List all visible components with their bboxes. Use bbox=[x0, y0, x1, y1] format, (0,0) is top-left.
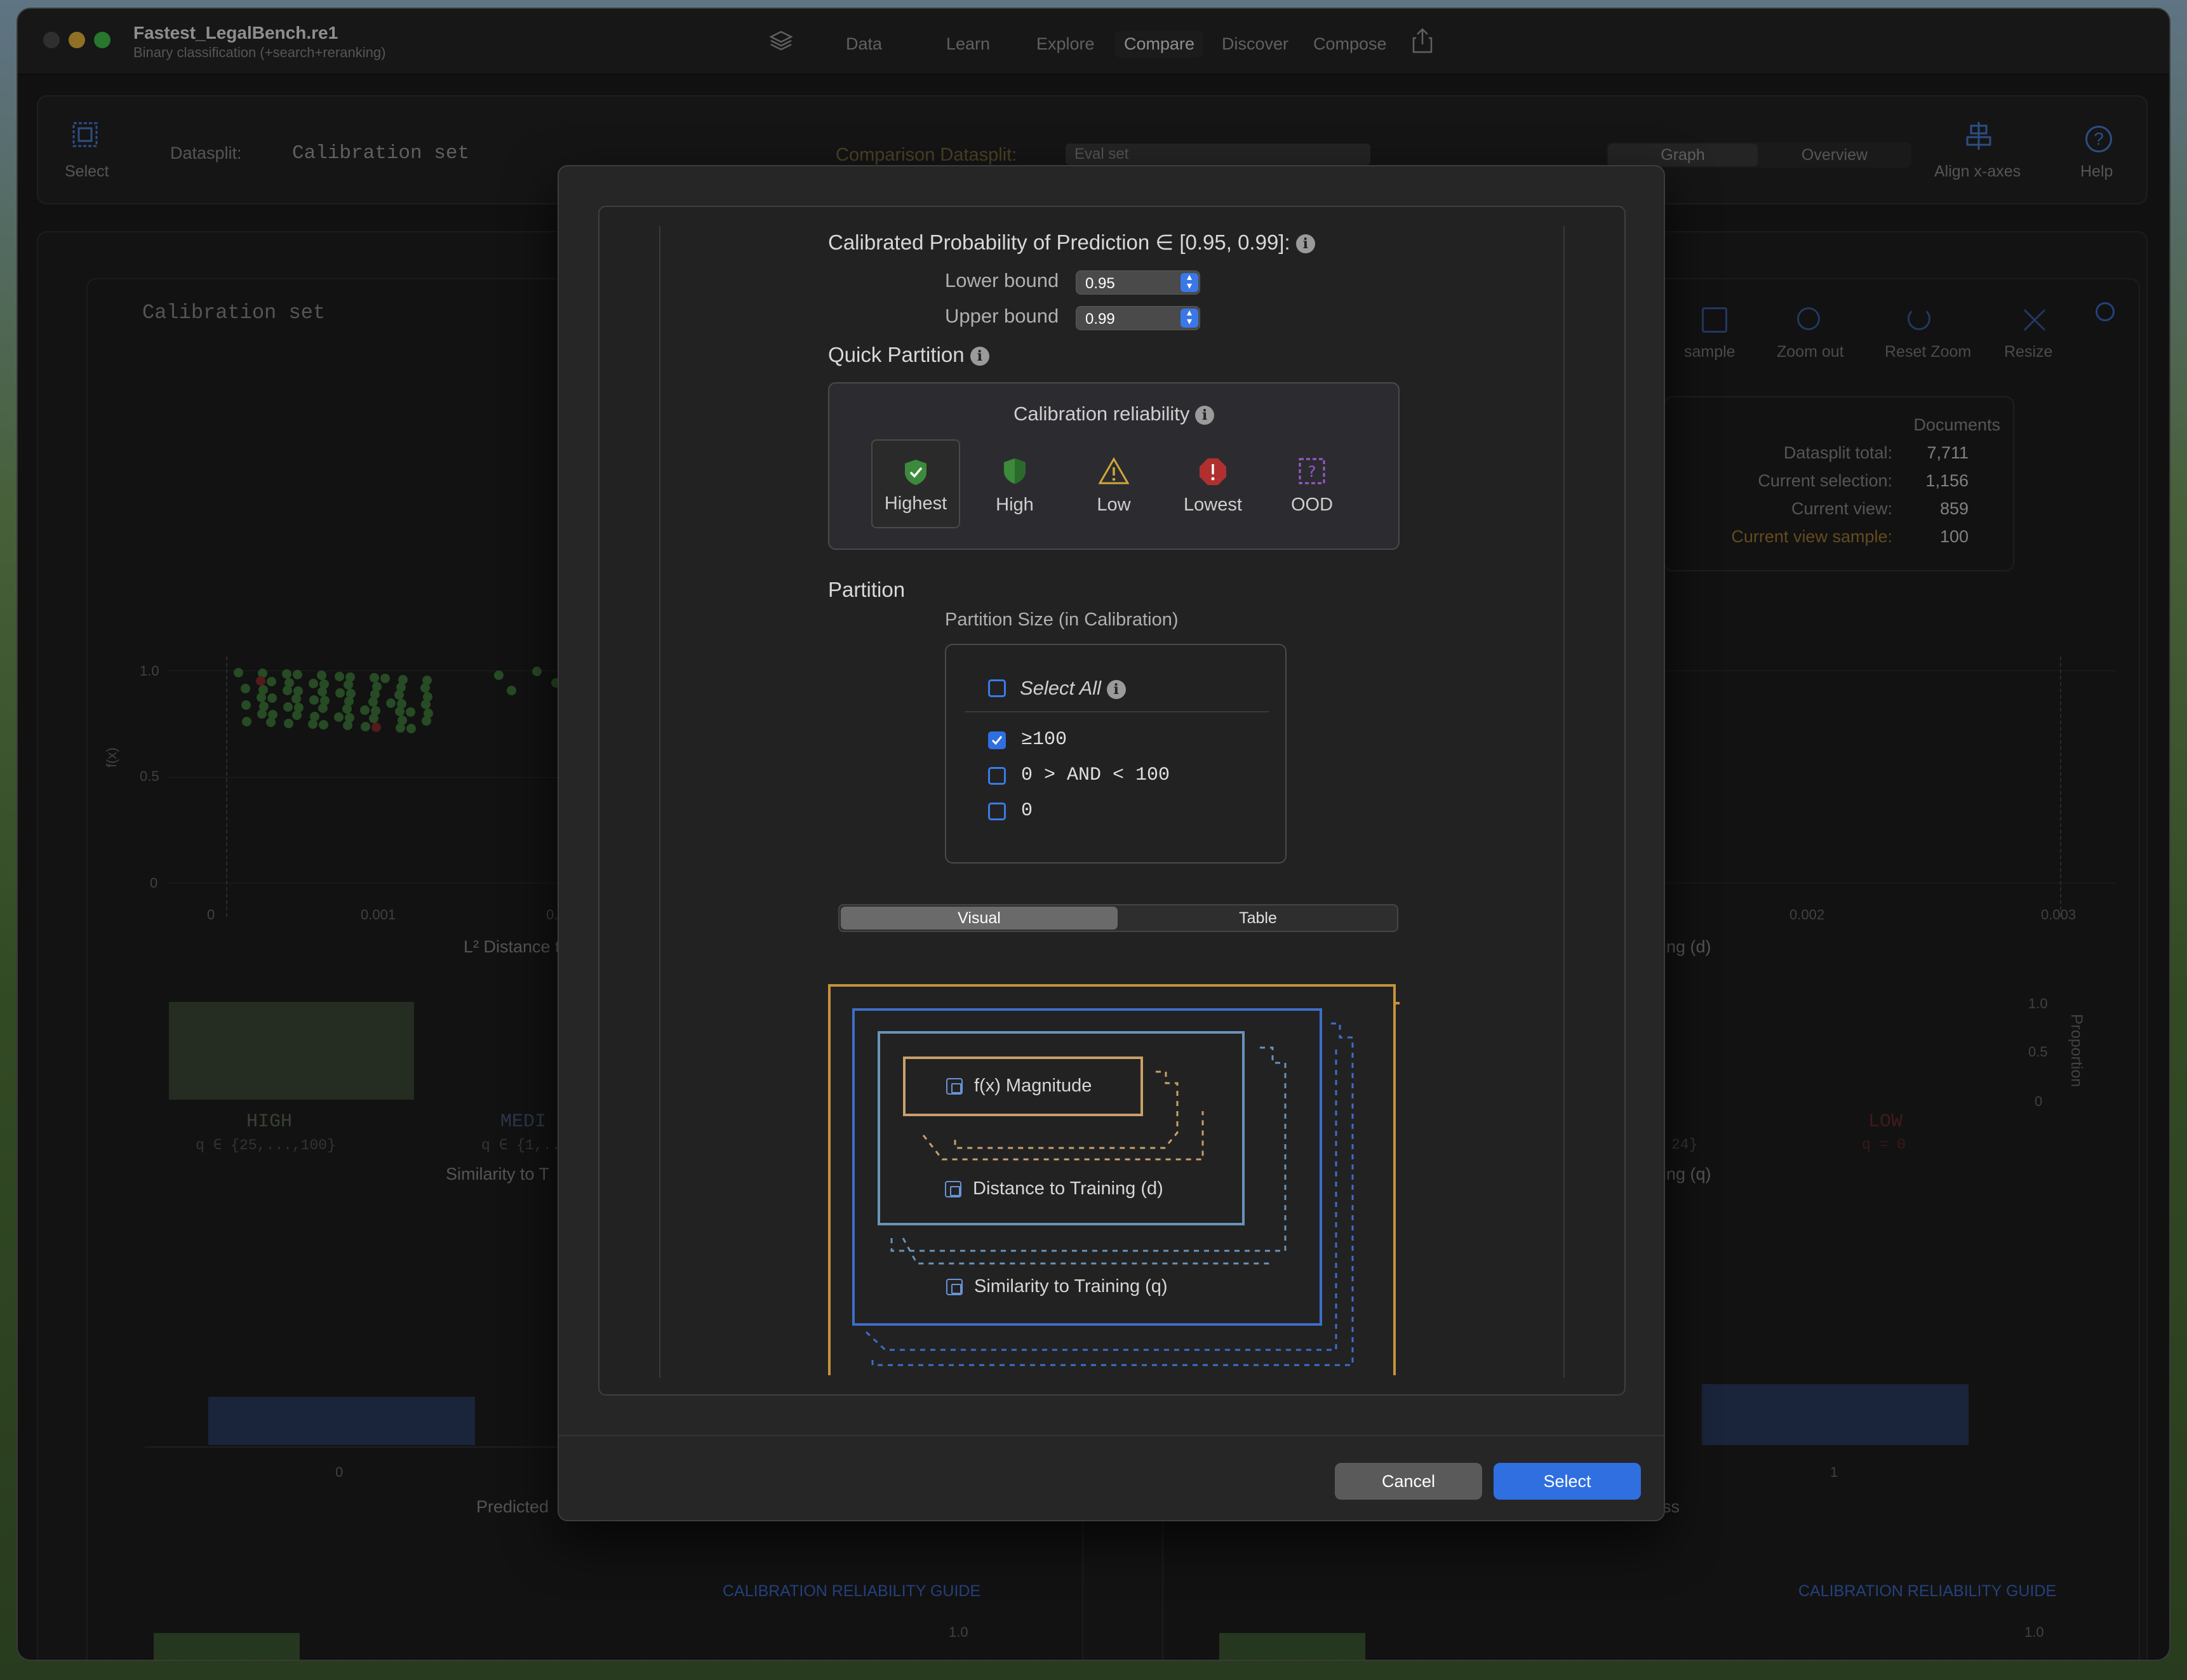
copy-icon[interactable] bbox=[945, 1181, 961, 1198]
reliability-lowest[interactable]: Lowest bbox=[1168, 439, 1257, 528]
info-icon[interactable]: i bbox=[1195, 405, 1215, 425]
info-icon[interactable]: i bbox=[1106, 679, 1126, 699]
visual-tab[interactable]: Visual bbox=[841, 907, 1118, 930]
stepper-arrows-icon[interactable]: ▴ ▾ bbox=[1180, 308, 1198, 328]
partition-option-checkbox[interactable] bbox=[988, 731, 1006, 749]
stepper-arrows-icon[interactable]: ▴ ▾ bbox=[1180, 272, 1198, 292]
cancel-button[interactable]: Cancel bbox=[1335, 1463, 1482, 1500]
reliability-label: Highest bbox=[884, 493, 947, 514]
ood-question-icon: ? bbox=[1299, 458, 1325, 484]
partition-option-label: 0 > AND < 100 bbox=[1021, 764, 1170, 786]
info-icon[interactable]: i bbox=[970, 347, 989, 366]
divider bbox=[659, 226, 660, 1378]
reliability-label: OOD bbox=[1290, 495, 1334, 515]
upper-bound-stepper[interactable]: 0.99 ▴ ▾ bbox=[1076, 306, 1200, 330]
lower-bound-label: Lower bound bbox=[945, 269, 1059, 291]
shield-half-icon bbox=[1004, 458, 1026, 484]
shield-check-icon bbox=[905, 460, 926, 485]
partition-size-box: Select All i ≥100 0 > AND < 100 0 bbox=[945, 644, 1287, 863]
partition-diagram: f(x) Magnitude Distance to Training (d) … bbox=[828, 984, 1400, 1375]
info-icon[interactable]: i bbox=[1295, 234, 1315, 254]
reliability-low[interactable]: Low bbox=[1069, 439, 1158, 528]
checkmark-icon bbox=[991, 736, 1003, 745]
view-toggle: Visual Table bbox=[838, 904, 1398, 932]
reliability-ood[interactable]: ? OOD bbox=[1267, 439, 1356, 528]
reliability-highest[interactable]: Highest bbox=[871, 439, 960, 528]
divider bbox=[965, 711, 1269, 712]
quick-partition-title: Quick Partition i bbox=[828, 343, 989, 367]
table-tab[interactable]: Table bbox=[1119, 907, 1397, 930]
select-all-checkbox[interactable] bbox=[988, 679, 1006, 697]
calibration-reliability-box: Calibration reliability i Highest High L… bbox=[828, 382, 1400, 550]
footer-divider bbox=[559, 1435, 1664, 1436]
reliability-high[interactable]: High bbox=[970, 439, 1059, 528]
dialog-content: Calibrated Probability of Prediction ∈ [… bbox=[598, 206, 1626, 1396]
svg-text:?: ? bbox=[1308, 463, 1316, 481]
partition-size-label: Partition Size (in Calibration) bbox=[945, 610, 1179, 630]
reliability-label: Lowest bbox=[1184, 495, 1242, 515]
copy-icon[interactable] bbox=[946, 1078, 963, 1095]
magnitude-label: f(x) Magnitude bbox=[946, 1076, 1092, 1097]
similarity-label: Similarity to Training (q) bbox=[946, 1276, 1168, 1297]
error-octagon-icon bbox=[1200, 458, 1226, 485]
partition-option-label: ≥100 bbox=[1021, 729, 1067, 750]
lower-bound-stepper[interactable]: 0.95 ▴ ▾ bbox=[1076, 270, 1200, 295]
upper-bound-label: Upper bound bbox=[945, 305, 1059, 327]
select-button[interactable]: Select bbox=[1494, 1463, 1641, 1500]
reliability-title: Calibration reliability i bbox=[829, 403, 1398, 425]
reliability-label: Low bbox=[1097, 495, 1131, 515]
selection-dialog: Calibrated Probability of Prediction ∈ [… bbox=[558, 165, 1665, 1521]
warning-triangle-icon bbox=[1099, 457, 1129, 484]
partition-option-label: 0 bbox=[1021, 800, 1033, 822]
app-window: Fastest_LegalBench.re1 Binary classifica… bbox=[17, 8, 2170, 1661]
probability-title: Calibrated Probability of Prediction ∈ [… bbox=[828, 230, 1315, 255]
copy-icon[interactable] bbox=[946, 1279, 963, 1296]
partition-option-checkbox[interactable] bbox=[988, 803, 1006, 820]
select-all-label: Select All i bbox=[1020, 677, 1126, 700]
partition-title: Partition bbox=[828, 578, 906, 601]
reliability-label: High bbox=[996, 495, 1034, 515]
divider bbox=[1563, 226, 1565, 1378]
partition-option-checkbox[interactable] bbox=[988, 767, 1006, 785]
distance-label: Distance to Training (d) bbox=[945, 1178, 1163, 1199]
